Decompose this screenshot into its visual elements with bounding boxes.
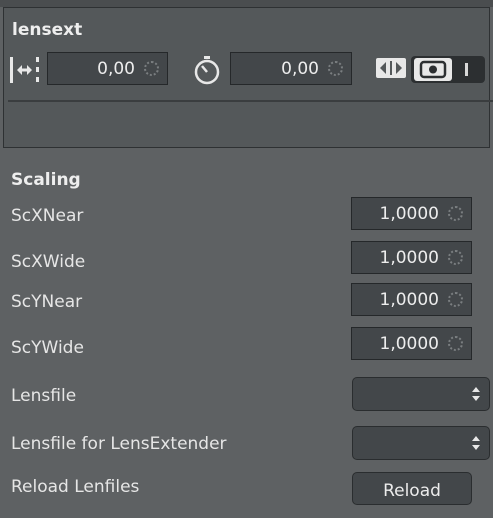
lensext-panel: lensext 0,00 0,00 <box>3 7 493 148</box>
scxwide-label: ScXWide <box>11 252 86 272</box>
scxwide-value: 1,0000 <box>379 248 439 268</box>
panel-title: lensext <box>12 20 83 40</box>
lensfile-extender-label: Lensfile for LensExtender <box>11 434 227 454</box>
reset-icon[interactable] <box>328 61 343 76</box>
panel-divider <box>8 100 493 102</box>
scxnear-value: 1,0000 <box>379 204 439 224</box>
time-value: 0,00 <box>281 59 319 79</box>
toggle-indicator <box>465 63 468 76</box>
offset-value: 0,00 <box>97 59 135 79</box>
lensfile-extender-select[interactable] <box>352 426 490 460</box>
lensfile-label: Lensfile <box>11 386 77 406</box>
camera-toggle[interactable] <box>411 56 485 83</box>
scywide-label: ScYWide <box>11 338 84 358</box>
scynear-label: ScYNear <box>11 292 83 312</box>
offset-icon <box>10 57 39 83</box>
timer-icon <box>194 56 220 85</box>
reload-button[interactable]: Reload <box>352 472 472 505</box>
select-arrows-icon <box>472 436 480 450</box>
reload-label: Reload Lenfiles <box>11 477 140 497</box>
lensfile-select[interactable] <box>352 377 490 411</box>
scywide-field[interactable]: 1,0000 <box>351 327 472 360</box>
scynear-field[interactable]: 1,0000 <box>351 283 472 316</box>
offset-field[interactable]: 0,00 <box>47 52 168 85</box>
swap-icon[interactable] <box>376 58 406 78</box>
reset-icon[interactable] <box>448 250 463 265</box>
reset-icon[interactable] <box>448 336 463 351</box>
scynear-value: 1,0000 <box>379 290 439 310</box>
top-strip <box>0 0 493 7</box>
select-arrows-icon <box>472 387 480 401</box>
scxnear-label: ScXNear <box>11 206 84 226</box>
scaling-title: Scaling <box>11 170 81 190</box>
scywide-value: 1,0000 <box>379 334 439 354</box>
reset-icon[interactable] <box>144 61 159 76</box>
scxwide-field[interactable]: 1,0000 <box>351 241 472 274</box>
scxnear-field[interactable]: 1,0000 <box>351 197 472 230</box>
camera-icon <box>414 58 452 81</box>
time-field[interactable]: 0,00 <box>230 52 352 85</box>
reset-icon[interactable] <box>448 206 463 221</box>
reset-icon[interactable] <box>448 292 463 307</box>
